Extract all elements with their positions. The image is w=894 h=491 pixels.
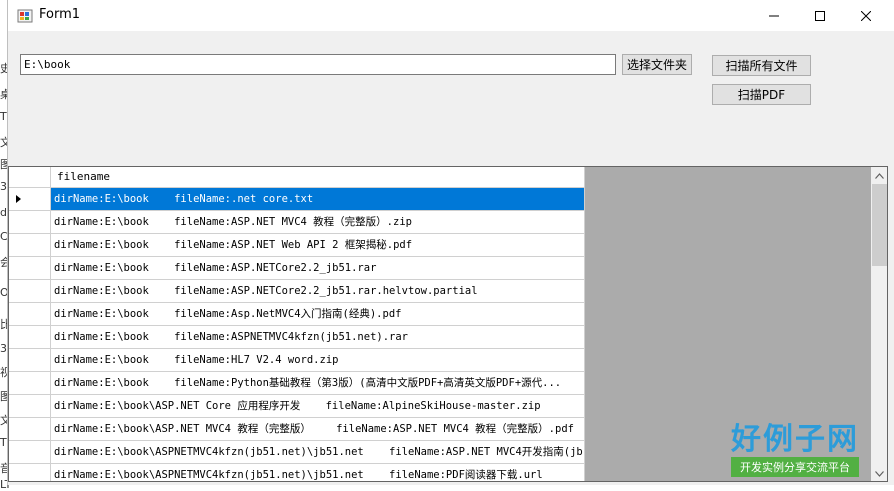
table-cell[interactable]: dirName:E:\book fileName:ASPNETMVC4kfzn(… [51, 326, 585, 349]
table-row[interactable]: dirName:E:\book\ASP.NET MVC4 教程（完整版） fil… [9, 418, 585, 441]
row-header[interactable] [9, 280, 51, 303]
bleed-text: d [0, 206, 7, 219]
table-cell[interactable]: dirName:E:\book fileName:Python基础教程（第3版）… [51, 372, 585, 395]
table-cell[interactable]: dirName:E:\book fileName:ASP.NETCore2.2_… [51, 257, 585, 280]
table-row[interactable]: dirName:E:\book fileName:HL7 V2.4 word.z… [9, 349, 585, 372]
bleed-text: 3 [0, 342, 7, 355]
row-header[interactable] [9, 418, 51, 441]
table-row[interactable]: dirName:E:\book fileName:ASP.NETCore2.2_… [9, 280, 585, 303]
table-row[interactable]: dirName:E:\book fileName:Python基础教程（第3版）… [9, 372, 585, 395]
title-bar[interactable]: Form1 [8, 0, 894, 31]
row-header[interactable] [9, 372, 51, 395]
table-row[interactable]: dirName:E:\book fileName:ASP.NETCore2.2_… [9, 257, 585, 280]
grid-corner-header[interactable] [9, 167, 51, 188]
table-row[interactable]: dirName:E:\book fileName:ASPNETMVC4kfzn(… [9, 326, 585, 349]
grid-rows: dirName:E:\book fileName:.net core.txt d… [9, 188, 585, 481]
table-cell[interactable]: dirName:E:\book\ASPNETMVC4kfzn(jb51.net)… [51, 441, 585, 464]
row-header[interactable] [9, 464, 51, 481]
table-cell[interactable]: dirName:E:\book\ASPNETMVC4kfzn(jb51.net)… [51, 464, 585, 481]
scroll-down-button[interactable] [871, 465, 887, 481]
site-watermark: 好例子网 开发实例分享交流平台 [731, 423, 859, 477]
window-title: Form1 [39, 7, 81, 22]
chevron-down-icon [875, 470, 884, 477]
scan-all-files-button[interactable]: 扫描所有文件 [712, 55, 811, 76]
scroll-thumb[interactable] [872, 184, 887, 266]
scroll-up-button[interactable] [871, 167, 887, 184]
form-window: Form1 E:\book 选择文件夹 扫描所有文件 扫描PDF filenam… [7, 0, 894, 485]
table-cell[interactable]: dirName:E:\book fileName:ASP.NET Web API… [51, 234, 585, 257]
maximize-icon [815, 10, 825, 21]
table-cell[interactable]: dirName:E:\book fileName:Asp.NetMVC4入门指南… [51, 303, 585, 326]
table-cell[interactable]: dirName:E:\book\ASP.NET MVC4 教程（完整版） fil… [51, 418, 585, 441]
folder-path-input[interactable]: E:\book [20, 54, 616, 75]
vertical-scrollbar[interactable] [871, 167, 887, 481]
watermark-slogan: 开发实例分享交流平台 [731, 457, 859, 477]
table-cell[interactable]: dirName:E:\book fileName:HL7 V2.4 word.z… [51, 349, 585, 372]
grid-content: filename dirName:E:\book fileName:.net c… [9, 167, 585, 481]
row-header[interactable] [9, 211, 51, 234]
chevron-up-icon [875, 172, 884, 179]
minimize-icon [769, 15, 779, 16]
close-button[interactable] [843, 0, 889, 31]
minimize-button[interactable] [751, 0, 797, 31]
row-header[interactable] [9, 326, 51, 349]
choose-folder-button[interactable]: 选择文件夹 [622, 54, 692, 75]
scan-pdf-button[interactable]: 扫描PDF [712, 84, 811, 105]
table-row[interactable]: dirName:E:\book fileName:ASP.NET MVC4 教程… [9, 211, 585, 234]
column-header-filename[interactable]: filename [51, 167, 585, 188]
row-header[interactable] [9, 303, 51, 326]
maximize-button[interactable] [797, 0, 843, 31]
table-cell[interactable]: dirName:E:\book\ASP.NET Core 应用程序开发 file… [51, 395, 585, 418]
table-row[interactable]: dirName:E:\book\ASPNETMVC4kfzn(jb51.net)… [9, 441, 585, 464]
app-icon [17, 9, 33, 23]
table-row[interactable]: dirName:E:\book fileName:.net core.txt [9, 188, 585, 211]
current-row-arrow-icon [16, 195, 21, 203]
table-row[interactable]: dirName:E:\book\ASP.NET Core 应用程序开发 file… [9, 395, 585, 418]
bleed-text: T [0, 436, 7, 449]
table-cell[interactable]: dirName:E:\book fileName:ASP.NETCore2.2_… [51, 280, 585, 303]
table-row[interactable]: dirName:E:\book\ASPNETMVC4kfzn(jb51.net)… [9, 464, 585, 481]
table-cell[interactable]: dirName:E:\book fileName:ASP.NET MVC4 教程… [51, 211, 585, 234]
row-header[interactable] [9, 349, 51, 372]
row-header[interactable] [9, 188, 51, 211]
table-cell[interactable]: dirName:E:\book fileName:.net core.txt [51, 188, 585, 211]
table-row[interactable]: dirName:E:\book fileName:Asp.NetMVC4入门指南… [9, 303, 585, 326]
close-icon [861, 10, 871, 21]
row-header[interactable] [9, 441, 51, 464]
row-header[interactable] [9, 395, 51, 418]
table-row[interactable]: dirName:E:\book fileName:ASP.NET Web API… [9, 234, 585, 257]
bleed-text: 3 [0, 180, 7, 193]
watermark-logo-text: 好例子网 [731, 422, 859, 457]
row-header[interactable] [9, 234, 51, 257]
row-header[interactable] [9, 257, 51, 280]
bleed-text: T [0, 110, 7, 123]
